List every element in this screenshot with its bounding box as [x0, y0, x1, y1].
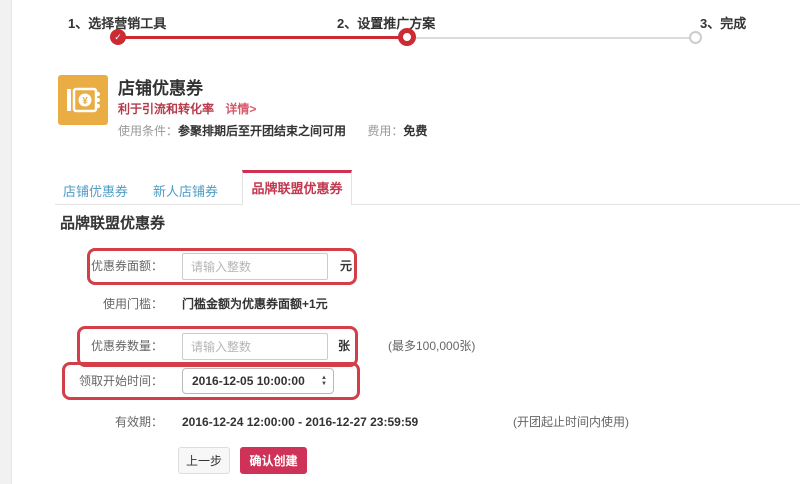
validity-label: 有效期：: [114, 415, 163, 429]
quantity-input[interactable]: [182, 333, 328, 360]
step-label-2: 2、设置推广方案: [337, 16, 436, 31]
start-time-select[interactable]: 2016-12-05 10:00:00 ▲ ▼: [182, 368, 334, 394]
tab-new-user-coupon[interactable]: 新人店铺券: [153, 181, 218, 200]
condition-label: 使用条件：: [118, 124, 179, 138]
fee-value: 免费: [403, 124, 428, 138]
check-icon: ✓: [114, 32, 122, 42]
condition-value: 参聚排期后至开团结束之间可用: [178, 124, 347, 138]
quantity-unit: 张: [338, 339, 351, 353]
start-time-label: 领取开始时间：: [78, 374, 163, 388]
section-title: 品牌联盟优惠券: [60, 215, 166, 232]
validity-hint: (开团起止时间内使用): [513, 415, 629, 429]
start-time-value: 2016-12-05 10:00:00: [192, 374, 305, 388]
threshold-value: 门槛金额为优惠券面额+1元: [182, 297, 328, 311]
benefit-text: 利于引流和转化率: [118, 102, 215, 116]
step-dot-current: [398, 28, 416, 46]
step-dot-done: ✓: [110, 29, 126, 45]
condition-row: 使用条件：参聚排期后至开团结束之间可用 费用：免费: [118, 122, 427, 139]
tab-brand-alliance-coupon[interactable]: 品牌联盟优惠券: [242, 170, 352, 205]
progress-line-pending: [407, 37, 695, 39]
benefit-row: 利于引流和转化率 详情>: [118, 100, 256, 117]
page: 1、选择营销工具 2、设置推广方案 3、完成 ✓ ¥ 店铺优惠券 利于引流和转化…: [0, 0, 800, 484]
quantity-label: 优惠券数量：: [90, 339, 163, 353]
coupon-icon: ¥: [58, 75, 108, 125]
fee-label: 费用：: [367, 124, 404, 138]
tabbar-divider: [55, 204, 800, 205]
yuan-glyph: ¥: [82, 96, 88, 107]
denomination-label: 优惠券面额：: [90, 259, 163, 273]
detail-link[interactable]: 详情>: [225, 102, 256, 116]
confirm-create-button[interactable]: 确认创建: [240, 447, 307, 474]
progress-line-done: [118, 36, 407, 39]
threshold-label: 使用门槛：: [102, 297, 163, 311]
page-left-gutter: [0, 0, 12, 484]
select-updown-icon: ▲ ▼: [321, 375, 327, 387]
denomination-unit: 元: [340, 259, 353, 273]
quantity-hint: (最多100,000张): [388, 339, 476, 353]
back-button[interactable]: 上一步: [178, 447, 230, 474]
validity-value: 2016-12-24 12:00:00 - 2016-12-27 23:59:5…: [182, 415, 419, 429]
step-dot-pending: [689, 31, 702, 44]
step-label-3: 3、完成: [700, 16, 747, 31]
tab-shop-coupon[interactable]: 店铺优惠券: [63, 181, 128, 200]
denomination-input[interactable]: [182, 253, 328, 280]
page-title: 店铺优惠券: [118, 79, 203, 98]
